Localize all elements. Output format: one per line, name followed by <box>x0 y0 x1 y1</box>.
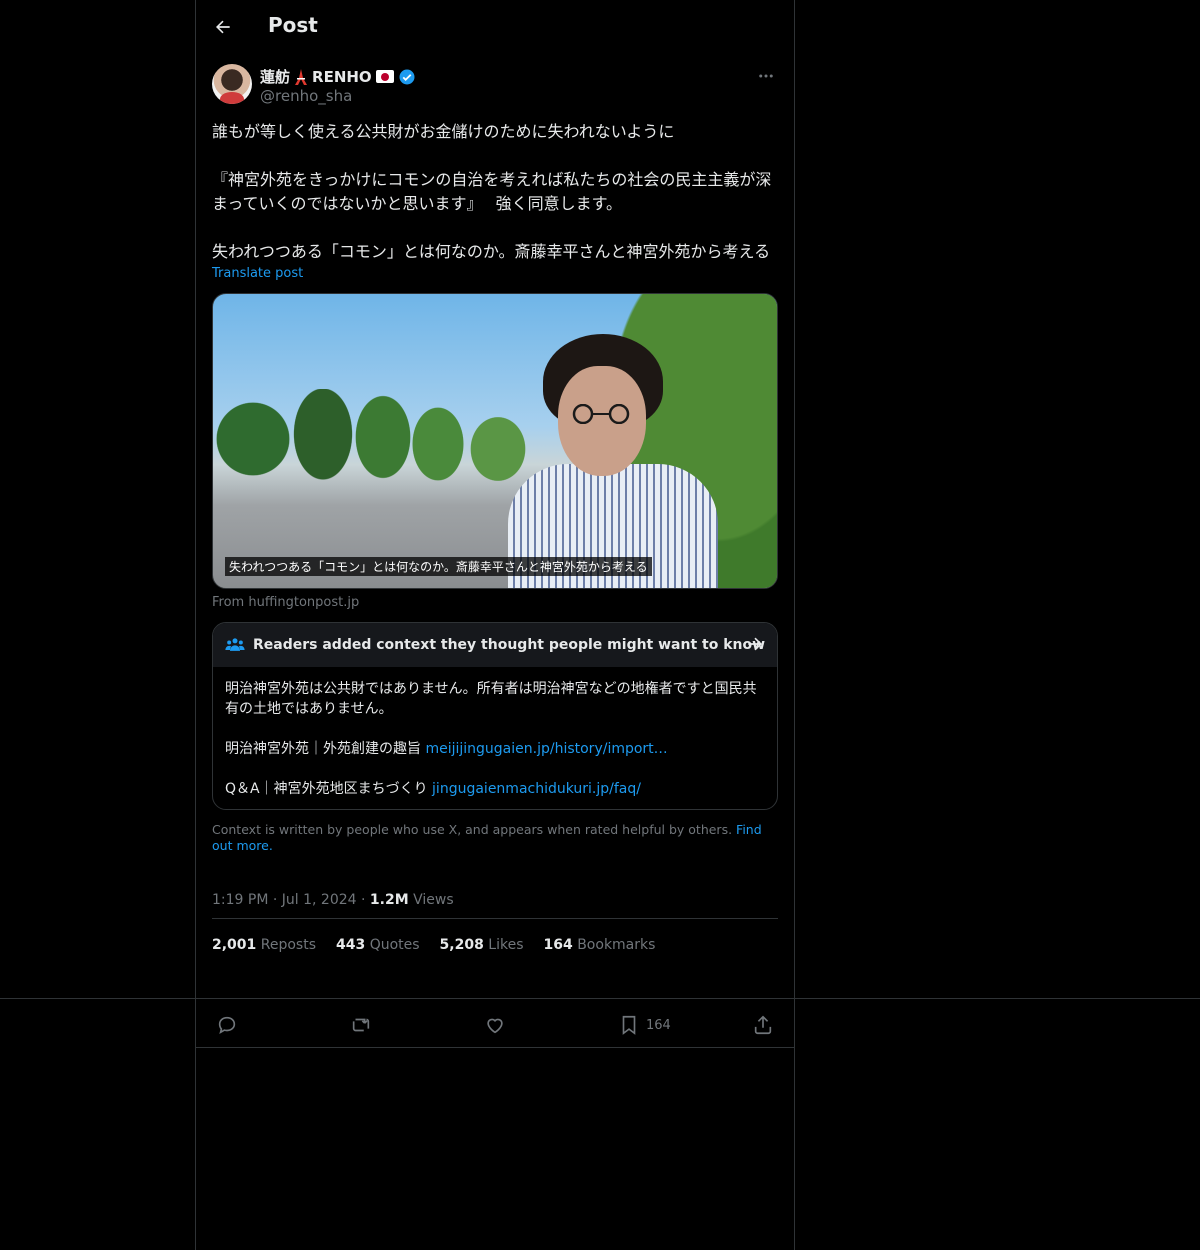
image-person <box>508 334 718 588</box>
post-date[interactable]: Jul 1, 2024 <box>282 892 357 908</box>
community-note: Readers added context they thought peopl… <box>212 622 778 810</box>
avatar[interactable] <box>212 64 252 104</box>
community-note-title: Readers added context they thought peopl… <box>253 637 766 653</box>
note-reference-1-label: 明治神宮外苑｜外苑創建の趣旨 <box>225 741 426 757</box>
bookmark-count: 164 <box>646 1017 671 1033</box>
heart-icon <box>487 1018 503 1034</box>
arrow-right-icon[interactable] <box>745 634 765 654</box>
top-bar: Post <box>196 0 794 54</box>
reply-icon <box>218 1016 236 1035</box>
verified-badge-icon <box>399 69 415 84</box>
post-time[interactable]: 1:19 PM <box>212 892 268 908</box>
post-meta: 1:19 PM · Jul 1, 2024 · 1.2M Views <box>212 892 454 908</box>
back-arrow-icon <box>216 20 230 34</box>
people-icon <box>225 638 245 651</box>
image-caption: 失われつつある「コモン」とは何なのか。斎藤幸平さんと神宮外苑から考える <box>225 557 652 576</box>
share-button[interactable] <box>752 1014 774 1036</box>
note-reference-1-link[interactable]: meijijingugaien.jp/history/import… <box>425 741 667 757</box>
image-trees <box>213 389 543 484</box>
japan-flag-icon <box>375 70 394 83</box>
note-reference-2: Q＆A｜神宮外苑地区まちづくり jingugaienmachidukuri.jp… <box>225 779 765 799</box>
repost-icon <box>352 1018 370 1032</box>
main-column: Post 蓮舫 RENHO @renho_sha 誰もが等しく使える公共財がお金… <box>195 0 795 1250</box>
link-card-image[interactable]: 失われつつある「コモン」とは何なのか。斎藤幸平さんと神宮外苑から考える <box>212 293 778 589</box>
tokyo-tower-icon <box>294 68 308 85</box>
quotes-stat[interactable]: 443 Quotes <box>336 937 420 953</box>
author-name-suffix: RENHO <box>312 67 372 86</box>
likes-stat[interactable]: 5,208 Likes <box>440 937 524 953</box>
note-reference-2-label: Q＆A｜神宮外苑地区まちづくり <box>225 781 433 797</box>
bookmark-button[interactable]: 164 <box>618 1014 671 1036</box>
repost-button[interactable] <box>350 1014 372 1036</box>
bookmarks-stat[interactable]: 164 Bookmarks <box>544 937 656 953</box>
more-options-button[interactable] <box>754 64 778 88</box>
action-bar: 164 <box>196 1000 794 1048</box>
translate-post-link[interactable]: Translate post <box>212 266 778 281</box>
author-name: 蓮舫 <box>260 68 291 86</box>
back-button[interactable] <box>208 12 238 42</box>
note-reference-2-link[interactable]: jingugaienmachidukuri.jp/faq/ <box>432 781 641 797</box>
note-text: 明治神宮外苑は公共財ではありません。所有者は明治神宮などの地権者ですと国民共有の… <box>225 681 757 717</box>
bookmark-icon <box>622 1015 636 1035</box>
community-note-disclaimer: Context is written by people who use X, … <box>212 822 778 854</box>
views-label: Views <box>413 892 454 908</box>
post-text: 誰もが等しく使える公共財がお金儲けのために失われないように 『神宮外苑をきっかけ… <box>212 122 772 261</box>
note-reference-1: 明治神宮外苑｜外苑創建の趣旨 meijijingugaien.jp/histor… <box>225 739 765 759</box>
author-row: 蓮舫 RENHO @renho_sha <box>212 64 778 108</box>
engagement-stats: 2,001 Reposts 443 Quotes 5,208 Likes 164… <box>212 919 778 971</box>
community-note-body: 明治神宮外苑は公共財ではありません。所有者は明治神宮などの地権者ですと国民共有の… <box>213 667 777 809</box>
display-name[interactable]: 蓮舫 RENHO <box>260 66 416 87</box>
like-button[interactable] <box>484 1014 506 1036</box>
disclaimer-text: Context is written by people who use X, … <box>212 822 733 837</box>
separator-line <box>196 1047 794 1048</box>
reply-button[interactable] <box>216 1014 238 1036</box>
reposts-stat[interactable]: 2,001 Reposts <box>212 937 316 953</box>
community-note-header[interactable]: Readers added context they thought peopl… <box>213 623 777 667</box>
author-handle[interactable]: @renho_sha <box>260 87 352 105</box>
share-icon <box>754 1015 772 1035</box>
more-icon <box>759 74 773 78</box>
post: 蓮舫 RENHO @renho_sha 誰もが等しく使える公共財がお金儲けのため… <box>212 64 778 971</box>
view-count: 1.2M <box>369 892 409 908</box>
page-title: Post <box>268 13 318 37</box>
link-source[interactable]: From huffingtonpost.jp <box>212 595 778 610</box>
